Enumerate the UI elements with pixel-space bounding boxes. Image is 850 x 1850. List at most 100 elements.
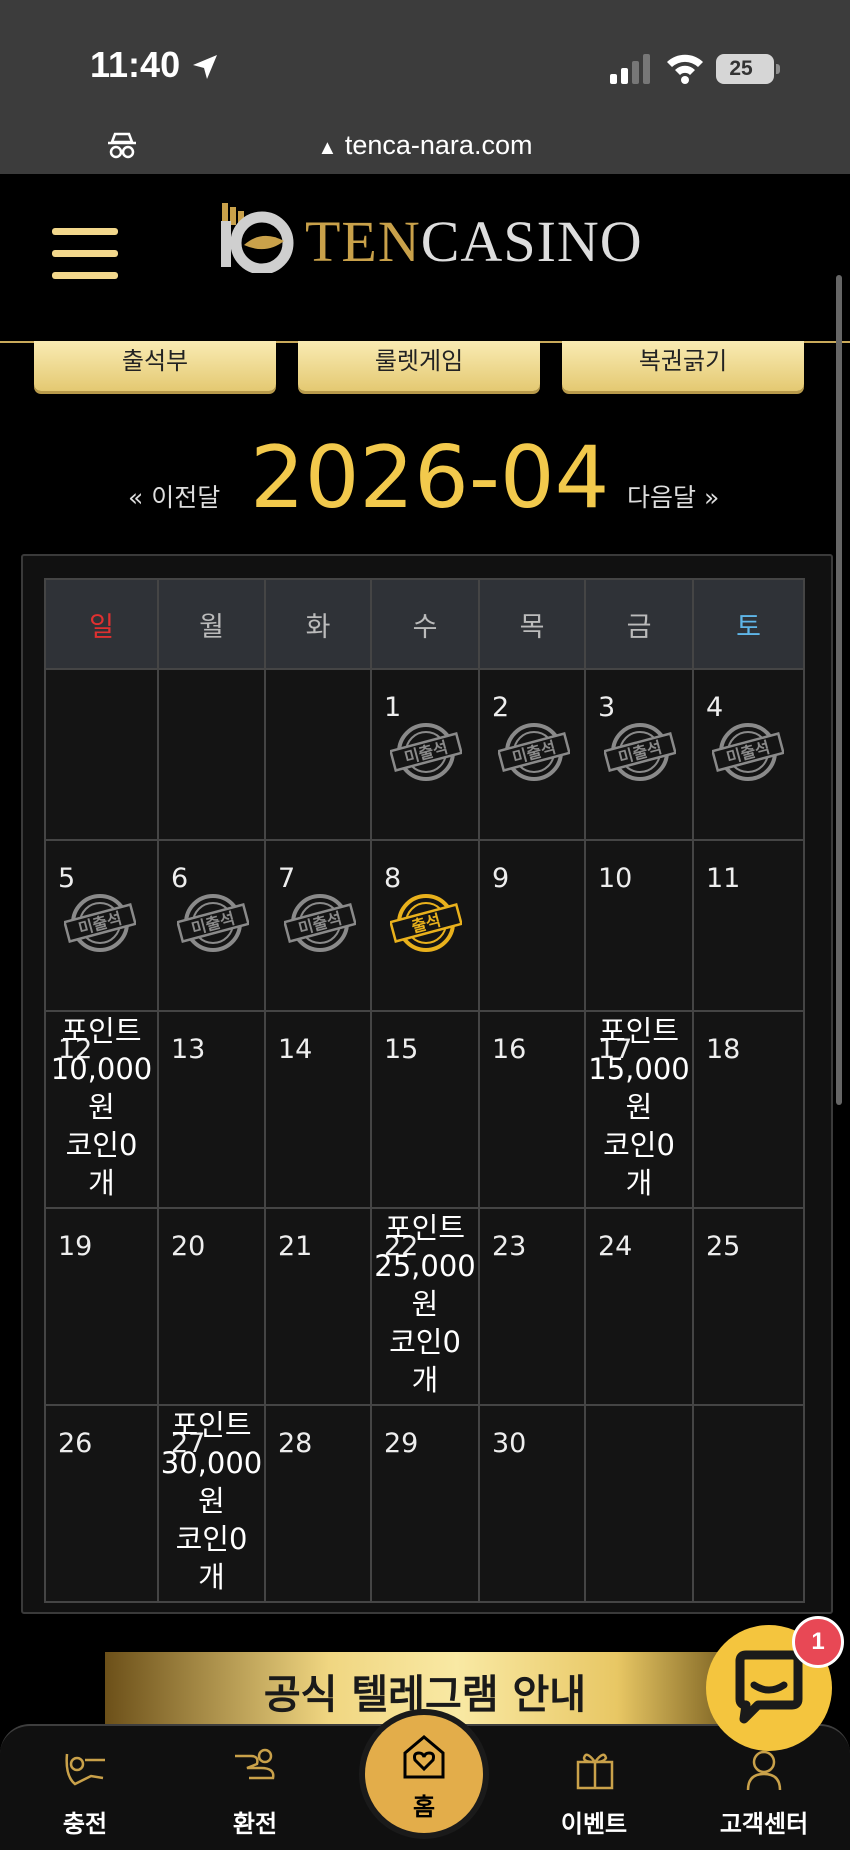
weekday-header: 수 (370, 578, 480, 670)
reward-line: 개 (411, 1363, 439, 1397)
tab-attendance[interactable]: 출석부 (34, 341, 276, 391)
nav-exchange[interactable]: 환전 (185, 1724, 325, 1848)
nav-home[interactable]: 홈 (359, 1709, 489, 1839)
next-month-link[interactable]: 다음달 » (627, 478, 719, 514)
brand-casino: CASINO (420, 209, 643, 274)
chat-notification-badge: 1 (792, 1616, 844, 1668)
weekday-header-row: 일월화수목금토 (44, 578, 805, 670)
absent-stamp-icon: 미출석 (604, 723, 676, 781)
calendar-day-cell: 5 미출석 (44, 839, 159, 1012)
day-number: 20 (171, 1231, 206, 1262)
calendar-day-cell (692, 1404, 805, 1603)
reward-line: 개 (198, 1560, 225, 1594)
day-number: 25 (706, 1231, 741, 1262)
calendar-day-cell (264, 668, 372, 841)
nav-support-label: 고객센터 (719, 1810, 809, 1838)
calendar-day-cell: 21 (264, 1207, 372, 1406)
calendar-day-cell: 3 미출석 (584, 668, 694, 841)
calendar-day-cell: 27 포인트 30,000 원 코인0 개 (157, 1404, 266, 1603)
calendar-day-cell: 19 (44, 1207, 159, 1406)
reward-line: 코인0 (65, 1128, 138, 1162)
exchange-icon (235, 1748, 275, 1780)
calendar-week-row: 12 포인트 10,000 원 코인0 개 13 14 15 16 17 포인트 15,000 원 코인0 개… (44, 1010, 805, 1209)
day-number: 21 (278, 1231, 313, 1262)
attendance-calendar: 일월화수목금토 1 미출석 2 미출석 3 미출석 4 미출석 5 미출석 6 미출석 7 미출석 8 출석 9… (44, 578, 805, 1603)
weekday-header: 토 (692, 578, 805, 670)
cellular-signal-icon (610, 54, 650, 84)
day-number: 10 (598, 863, 633, 894)
tab-lottery[interactable]: 복권긁기 (562, 341, 804, 391)
reward-line: 개 (625, 1166, 653, 1200)
weekday-header: 월 (157, 578, 266, 670)
calendar-day-cell (157, 668, 266, 841)
brand-ten: TEN (305, 209, 421, 274)
calendar-week-row: 26 27 포인트 30,000 원 코인0 개 28 29 30 (44, 1404, 805, 1603)
absent-stamp-icon: 미출석 (64, 894, 136, 952)
stamp-label: 출석 (409, 910, 442, 936)
calendar-week-row: 5 미출석 6 미출석 7 미출석 8 출석 9 10 11 (44, 839, 805, 1012)
calendar-day-cell: 14 (264, 1010, 372, 1209)
tab-roulette[interactable]: 룰렛게임 (298, 341, 540, 391)
menu-icon[interactable] (52, 228, 118, 286)
calendar-day-cell: 17 포인트 15,000 원 코인0 개 (584, 1010, 694, 1209)
weekday-header: 일 (44, 578, 159, 670)
brand-logo[interactable]: TENCASINO (305, 208, 643, 275)
charge-icon (65, 1753, 105, 1786)
absent-stamp-icon: 미출석 (284, 894, 356, 952)
page-scrollbar[interactable] (836, 275, 842, 1105)
calendar-day-cell: 22 포인트 25,000 원 코인0 개 (370, 1207, 480, 1406)
reward-line: 포인트 (61, 1014, 142, 1048)
reward-info: 포인트 25,000 원 코인0 개 (372, 1209, 478, 1399)
absent-stamp-icon: 미출석 (390, 723, 462, 781)
absent-stamp-icon: 미출석 (498, 723, 570, 781)
url-text[interactable]: ▲ tenca-nara.com (0, 130, 850, 161)
calendar-day-cell: 1 미출석 (370, 668, 480, 841)
gift-icon (576, 1753, 614, 1790)
reward-line: 개 (88, 1166, 115, 1200)
warning-icon: ▲ (317, 137, 338, 159)
current-month: 2026-04 (250, 428, 610, 528)
calendar-week-row: 1 미출석 2 미출석 3 미출석 4 미출석 (44, 668, 805, 841)
reward-info: 포인트 10,000 원 코인0 개 (46, 1012, 157, 1202)
nav-exchange-label: 환전 (232, 1810, 278, 1838)
location-arrow-icon (193, 55, 217, 79)
calendar-day-cell: 4 미출석 (692, 668, 805, 841)
day-number: 24 (598, 1231, 633, 1262)
day-number: 16 (492, 1034, 527, 1065)
reward-line: 코인0 (603, 1128, 675, 1162)
day-number: 13 (171, 1034, 206, 1065)
calendar-day-cell: 2 미출석 (478, 668, 586, 841)
day-number: 18 (706, 1034, 741, 1065)
calendar-day-cell: 20 (157, 1207, 266, 1406)
day-number: 14 (278, 1034, 313, 1065)
prev-month-link[interactable]: « 이전달 (128, 478, 220, 514)
day-number: 26 (58, 1428, 93, 1459)
calendar-day-cell: 9 (478, 839, 586, 1012)
nav-home-label: 홈 (412, 1793, 436, 1821)
calendar-day-cell: 25 (692, 1207, 805, 1406)
nav-event[interactable]: 이벤트 (524, 1724, 664, 1848)
reward-line: 원 (198, 1484, 225, 1518)
reward-line: 코인0 (175, 1522, 248, 1556)
reward-info: 포인트 30,000 원 코인0 개 (159, 1406, 264, 1596)
calendar-day-cell (584, 1404, 694, 1603)
calendar-day-cell: 6 미출석 (157, 839, 266, 1012)
reward-line: 원 (88, 1090, 115, 1124)
calendar-day-cell: 13 (157, 1010, 266, 1209)
battery-level: 25 (729, 57, 753, 80)
weekday-header: 화 (264, 578, 372, 670)
calendar-day-cell: 7 미출석 (264, 839, 372, 1012)
day-number: 19 (58, 1231, 93, 1262)
ten-casino-logo-icon[interactable] (218, 203, 298, 273)
calendar-day-cell: 29 (370, 1404, 480, 1603)
reward-line: 30,000 (160, 1446, 263, 1480)
nav-charge[interactable]: 충전 (15, 1724, 155, 1848)
day-number: 9 (492, 863, 510, 894)
reward-line: 25,000 (374, 1249, 476, 1283)
weekday-header: 금 (584, 578, 694, 670)
reward-line: 15,000 (588, 1052, 690, 1086)
calendar-day-cell: 12 포인트 10,000 원 코인0 개 (44, 1010, 159, 1209)
status-time: 11:40 (90, 44, 181, 85)
calendar-day-cell: 15 (370, 1010, 480, 1209)
support-agent-icon (746, 1750, 782, 1791)
